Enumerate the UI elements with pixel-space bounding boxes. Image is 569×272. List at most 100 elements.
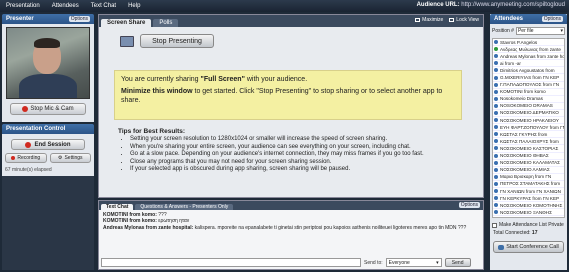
menu-presentation[interactable]: Presentation — [0, 3, 46, 9]
user-icon — [494, 196, 498, 201]
attendee-name: ΠΕΤΡΟΣ ΣΤΑΜΑΤΑΚΗΣ from — [500, 181, 561, 187]
top-menu-bar: Presentation Attendees Text Chat Help Au… — [0, 0, 569, 12]
user-icon — [494, 174, 498, 179]
user-icon — [494, 54, 498, 59]
attendee-name: ΝΟΣΟΚΟΜΕΙΟ ΘΗΒΑΣ — [500, 153, 549, 159]
attendee-item[interactable]: ΝΟΣΟΚΟΜΕΙΟ ΛΑΜΙΑΣ — [493, 167, 564, 174]
send-to-label: Send to: — [364, 259, 383, 266]
attendees-options-button[interactable]: Options — [541, 16, 563, 22]
private-list-row[interactable]: Make Attendance List Private — [490, 218, 567, 229]
attendee-name: Ανδρεας Μυλωνας from zante — [500, 46, 561, 52]
user-icon — [494, 110, 498, 115]
send-to-value: Everyone — [388, 259, 410, 266]
attendee-name: Μαρια Βρισκαρη from ΓΝ — [500, 174, 552, 180]
user-icon — [494, 210, 498, 215]
maximize-button[interactable]: Maximize — [415, 17, 443, 23]
user-icon — [494, 203, 498, 208]
attendee-item[interactable]: ai from -ar — [493, 60, 564, 68]
end-session-button[interactable]: End Session — [11, 139, 85, 150]
chat-panel: Text Chat Questions & Answers - Presente… — [98, 200, 484, 270]
stop-mic-cam-label: Stop Mic & Cam — [30, 106, 74, 112]
attendee-item[interactable]: ΕΥΗ ΦΑΡΤΖΟΠΟΥΛΟΥ from ΓΝ — [493, 124, 564, 132]
attendee-item[interactable]: ΚΩΣΤΑΣ ΠΑΛΑΙΟΧΡΥΣ from — [493, 138, 564, 146]
tab-questions-answers[interactable]: Questions & Answers - Presenters Only — [135, 204, 234, 210]
lock-view-button[interactable]: Lock View — [449, 17, 479, 23]
attendee-name: ΝΟΣΟΚΟΜΕΙΟ ΚΑΣΤΟΡΙΑΣ — [500, 145, 559, 151]
menu-attendees[interactable]: Attendees — [46, 3, 85, 9]
position-label: Position # — [492, 28, 514, 34]
private-list-checkbox[interactable] — [492, 222, 497, 228]
attendee-item[interactable]: Γ.ΠΑΠΑΔΟΠΟΥΛΟΣ from ΓΝ — [493, 82, 564, 89]
user-icon — [494, 82, 498, 87]
attendee-item[interactable]: ΝΟΣΟΚΟΜΕΙΟ ΚΑΣΤΟΡΙΑΣ — [493, 145, 564, 153]
user-icon — [494, 189, 498, 194]
presentation-control-title: Presentation Control — [6, 126, 66, 132]
stop-presenting-button[interactable]: Stop Presenting — [140, 34, 214, 48]
minimize-instruction: Minimize this window to get started. Cli… — [121, 87, 455, 105]
left-column: Presenter Options Stop Mic & Cam Present… — [2, 14, 94, 270]
record-icon — [11, 156, 16, 160]
settings-button[interactable]: ⚙ Settings — [49, 153, 91, 163]
chat-tabs: Text Chat Questions & Answers - Presente… — [99, 201, 483, 210]
attendee-item[interactable]: ΝΟΣΟΚΟΜΕΙΟ ΔΕΡΜΑΤΙΚΟ — [493, 110, 564, 118]
recording-label: Recording — [17, 155, 41, 161]
attendee-name: Nosokomeio Dramas — [500, 96, 543, 102]
attendee-item[interactable]: Andreas Mylonas from zante ho — [493, 53, 564, 61]
menu-text-chat[interactable]: Text Chat — [85, 3, 122, 9]
attendee-item[interactable]: KOMOTINI from komo — [493, 89, 564, 96]
attendee-name: Andreas Mylonas from zante ho — [500, 53, 564, 59]
position-value: Per file — [517, 28, 534, 34]
recording-button[interactable]: Recording — [5, 153, 47, 163]
attendee-item[interactable]: Dimitrios Avgoustatos from — [493, 67, 564, 75]
attendee-item[interactable]: ΝΟΣΟΚΟΜΕΙΟ ΘΗΒΑΣ — [493, 153, 564, 160]
screen-share-icon — [120, 36, 134, 47]
left-column-background — [2, 176, 94, 270]
tab-screen-share[interactable]: Screen Share — [101, 19, 152, 27]
tips-section: Tips for Best Results: Setting your scre… — [118, 128, 478, 173]
attendee-name: Stavros P.Angelos — [500, 39, 538, 45]
presenter-options-button[interactable]: Options — [68, 16, 90, 22]
attendee-item[interactable]: ΠΕΤΡΟΣ ΣΤΑΜΑΤΑΚΗΣ from — [493, 181, 564, 188]
attendee-item[interactable]: Μαρια Βρισκαρη from ΓΝ — [493, 174, 564, 181]
attendee-name: ΝΟΣΟΚΟΜΕΙΟ ΗΡΑΚΛΕΙΟΥ — [500, 117, 559, 123]
attendee-item[interactable]: ΝΟΣΟΚΟΜΕΙΟ ΗΡΑΚΛΕΙΟΥ — [493, 117, 564, 125]
attendee-item[interactable]: Ανδρεας Μυλωνας from zante — [493, 46, 564, 54]
attendee-item[interactable]: ΓΝ ΚΕΡΚΥΡΑΣ from ΓΝ ΚΕΡ — [493, 195, 564, 203]
chat-messages: KOMOTINI from komo: ??? KOMOTINI from ko… — [99, 210, 483, 254]
sharing-notice: You are currently sharing "Full Screen" … — [114, 70, 462, 120]
attendee-name: ai from -ar — [500, 60, 521, 66]
total-connected: Total Connected: 17 — [490, 229, 567, 237]
sharing-prefix: You are currently sharing — [121, 76, 201, 83]
attendee-item[interactable]: ΚΩΣΤΑΣ ΓΚΥΡΗΣ from — [493, 131, 564, 139]
chat-message-input[interactable] — [101, 258, 361, 267]
attendee-item[interactable]: Stavros P.Angelos — [493, 39, 564, 47]
stop-mic-cam-button[interactable]: Stop Mic & Cam — [10, 103, 86, 115]
stop-icon — [22, 106, 29, 112]
attendee-list[interactable]: Stavros P.Angelos Ανδρεας Μυλωνας from za… — [492, 38, 565, 218]
audience-url-value[interactable]: http://www.anymeeting.com/spiltogloud — [461, 2, 565, 8]
attendee-item[interactable]: G.MIXERIYIAS from ΓΝ ΚΕΡ — [493, 74, 564, 82]
attendee-item[interactable]: ΝΟΣΟΚΟΜΕΙΟ ΚΟΜΟΤΗΝΗΣ — [493, 202, 564, 210]
attendees-title: Attendees — [494, 16, 524, 22]
tab-polls[interactable]: Polls — [153, 19, 179, 27]
attendee-item[interactable]: ΝΟΣΟΚΟΜΕΙΟ ΞΑΝΘΗΣ — [493, 209, 564, 217]
attendee-item[interactable]: ΓΝ ΧΑΝΙΩΝ from ΓΝ ΧΑΝΙΩΝ — [493, 188, 564, 196]
menu-help[interactable]: Help — [122, 3, 146, 9]
position-select[interactable]: Per file ▾ — [515, 27, 565, 35]
attendee-name: Dimitrios Avgoustatos from — [500, 67, 555, 73]
user-icon — [494, 139, 498, 144]
tab-text-chat[interactable]: Text Chat — [101, 204, 134, 210]
attendee-name: ΝΟΣΟΚΟΜΕΙΟ ΚΑΛΑΜΑΤΑΣ — [500, 160, 560, 166]
attendee-name: ΝΟΣΟΚΟΜΕΙΟ ΔΕΡΜΑΤΙΚΟ — [500, 110, 559, 116]
send-to-select[interactable]: Everyone ▾ — [385, 258, 442, 267]
attendee-item[interactable]: Nosokomeio Dramas — [493, 96, 564, 103]
start-conference-call-button[interactable]: Start Conference Call — [493, 241, 564, 253]
send-button[interactable]: Send — [444, 258, 471, 267]
attendee-item[interactable]: ΝΟΣΟΚΟΜΕΙΟ ΚΑΛΑΜΑΤΑΣ — [493, 160, 564, 167]
attendee-name: ΝΟΣΟΚΟΜΕΙΟ ΛΑΜΙΑΣ — [500, 167, 550, 173]
message-sender: KOMOTINI from komo: — [103, 218, 157, 225]
attendee-item[interactable]: NOSOKOMEIO DRAMAS — [493, 103, 564, 110]
stage-tabs: Screen Share Polls Maximize Lock View — [99, 15, 483, 27]
tip-item: Close any programs that you may not need… — [130, 159, 478, 166]
chat-options-button[interactable]: Options — [458, 202, 480, 208]
